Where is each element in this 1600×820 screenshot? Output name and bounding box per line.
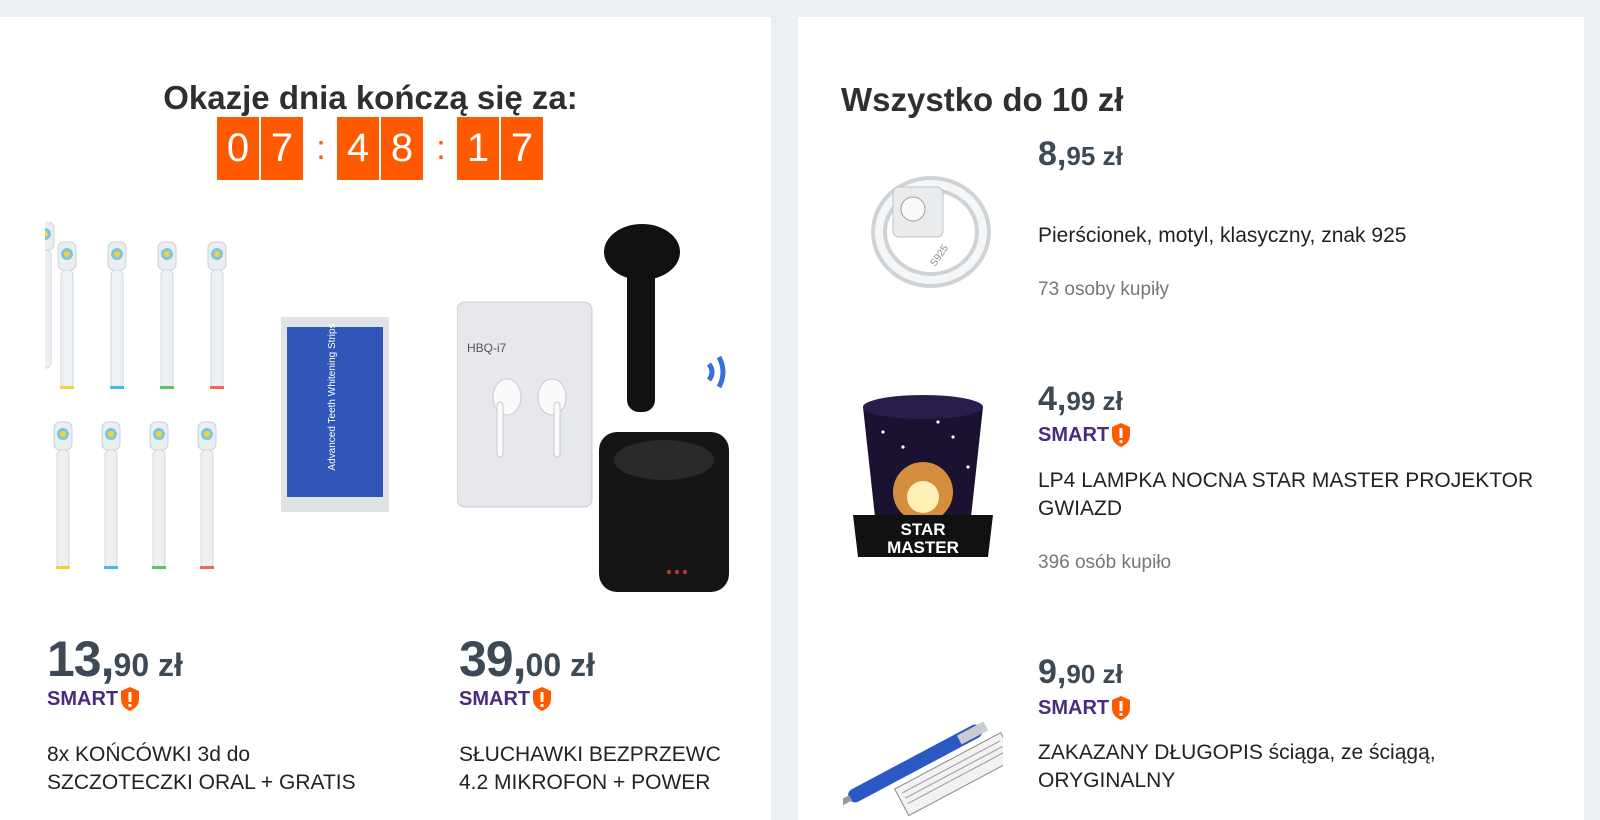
deals-carousel[interactable]: Advanced Teeth Whitening Strips 13,90 zł… [45,197,729,797]
box-brand-text: HBQ-i7 [467,341,507,355]
deals-panel: Okazje dnia kończą się za: 0 7 : 4 8 : 1… [0,17,771,820]
item-bought-count: 73 osoby kupiły [1038,279,1169,300]
item-name: ZAKAZANY DŁUGOPIS ściąga, ze ściągą, ORY… [1038,741,1436,792]
smart-badge: SMART [47,686,141,712]
countdown-digit: 7 [501,117,543,180]
exclamation-shield-icon [121,687,140,711]
deals-title: Okazje dnia kończą się za: [163,79,578,116]
deal-name: SŁUCHAWKI BEZPRZEWC 4.2 MIKROFON + POWER [459,743,721,794]
deal-price: 13,90 zł [47,631,183,687]
countdown-digit: 8 [381,117,423,180]
item-price: 4,99 zł [1038,380,1123,418]
item-bought-count: 396 osób kupiło [1038,552,1172,573]
item-name: LP4 LAMPKA NOCNA STAR MASTER PROJEKTOR G… [1038,469,1534,520]
item-price: 8,95 zł [1038,135,1123,173]
item-price: 9,90 zł [1038,653,1123,691]
cheap-items-panel: Wszystko do 10 zł S925 8,95 zł Pierścion… [798,17,1584,820]
ring-stamp-text: S925 [928,243,951,269]
countdown-separator: : [436,129,446,167]
item-name: Pierścionek, motyl, klasyczny, znak 925 [1038,224,1407,247]
projector-label-line2: MASTER [887,538,959,557]
product-image-star-projector: STAR MASTER [853,395,993,557]
deal-name: 8x KOŃCÓWKI 3d do SZCZOTECZKI ORAL + GRA… [47,743,356,794]
exclamation-shield-icon [533,687,552,711]
strips-text: Advanced Teeth Whitening Strips [327,323,338,470]
product-image-earbuds: HBQ-i7 [457,224,729,592]
countdown-timer: 0 7 : 4 8 : 1 7 [217,117,545,180]
deal-price: 39,00 zł [459,631,595,687]
exclamation-shield-icon [1112,696,1131,720]
cheap-items-title: Wszystko do 10 zł [841,81,1124,118]
projector-label-line1: STAR [900,520,945,539]
exclamation-shield-icon [1112,423,1131,447]
countdown-digit: 0 [217,117,259,180]
countdown-separator: : [316,129,326,167]
smart-badge: SMART [1038,695,1132,721]
smart-badge: SMART [459,686,553,712]
countdown-digit: 4 [337,117,379,180]
countdown-digit: 1 [457,117,499,180]
product-image-ring: S925 [871,176,991,288]
product-image-pen [843,721,1003,817]
smart-badge: SMART [1038,422,1132,448]
countdown-digit: 7 [261,117,303,180]
product-image-toothbrush-heads: Advanced Teeth Whitening Strips [45,222,389,569]
